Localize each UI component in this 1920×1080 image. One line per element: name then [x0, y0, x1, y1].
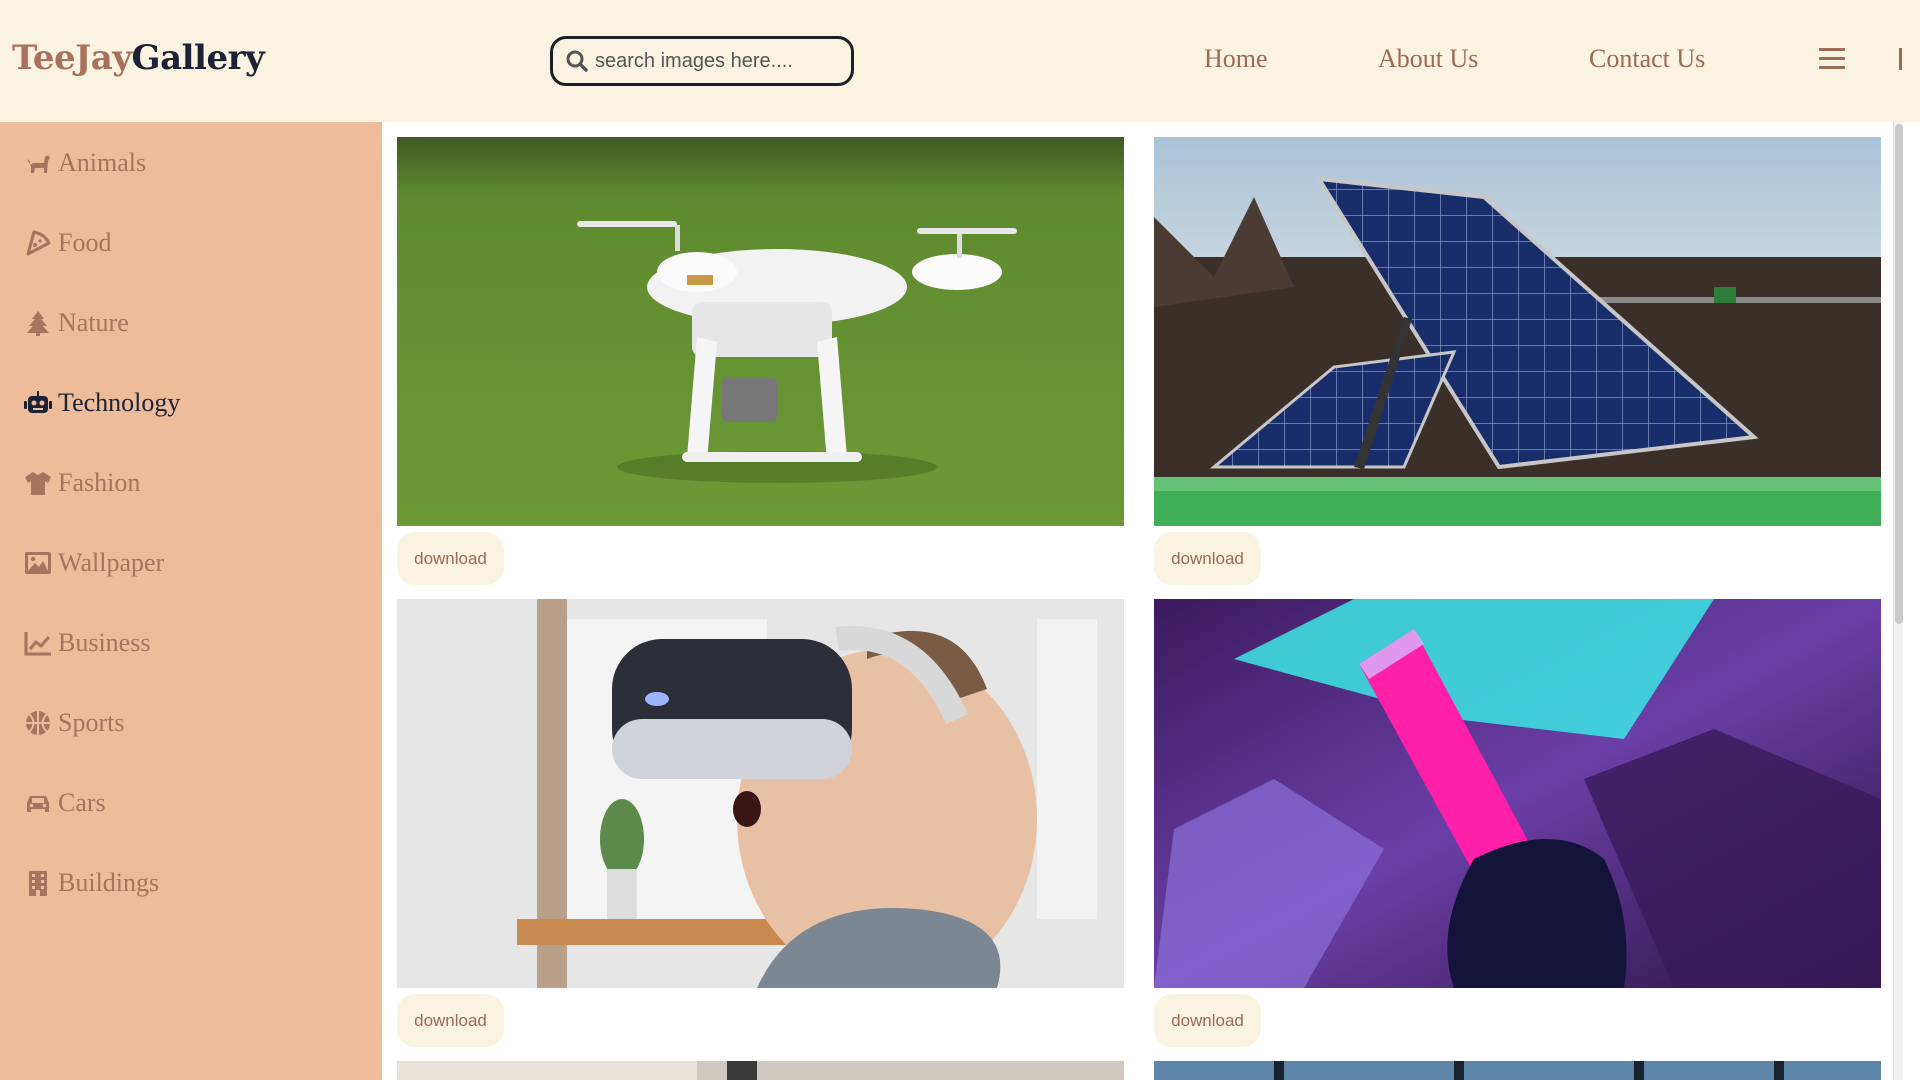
sidebar-item-label: Cars: [58, 788, 106, 817]
download-button[interactable]: download: [1154, 532, 1261, 585]
building-icon: [29, 871, 47, 896]
gallery-image-partial[interactable]: [397, 1061, 1124, 1080]
chart-line-icon: [24, 632, 51, 656]
sidebar-item-sports[interactable]: Sports: [24, 703, 124, 743]
logo-part-gallery: Gallery: [131, 38, 265, 78]
sidebar-item-nature[interactable]: Nature: [24, 303, 129, 343]
sidebar-item-label: Animals: [58, 148, 147, 177]
nav-about-link[interactable]: About Us: [1378, 44, 1478, 74]
search-box[interactable]: [550, 36, 854, 86]
nav-home-link[interactable]: Home: [1204, 44, 1268, 74]
car-icon: [27, 796, 49, 812]
hamburger-menu-icon[interactable]: [1819, 48, 1845, 70]
sidebar-item-label: Nature: [58, 308, 129, 337]
sidebar-item-label: Technology: [58, 388, 181, 417]
download-button[interactable]: download: [397, 532, 504, 585]
image-icon: [25, 552, 51, 574]
logo-part-teejay: TeeJay: [12, 38, 132, 78]
sidebar-item-buildings[interactable]: Buildings: [24, 863, 159, 903]
search-input[interactable]: [595, 49, 835, 73]
sidebar-item-food[interactable]: Food: [24, 223, 111, 263]
sidebar-item-wallpaper[interactable]: Wallpaper: [24, 543, 164, 583]
sidebar-item-label: Food: [58, 228, 112, 257]
sidebar-item-cars[interactable]: Cars: [24, 783, 106, 823]
sidebar-item-label: Fashion: [58, 468, 141, 497]
dog-icon: [27, 155, 50, 173]
sidebar-item-animals[interactable]: Animals: [24, 143, 146, 183]
gallery-image-solar-panels[interactable]: [1154, 137, 1881, 526]
site-logo[interactable]: TeeJayGallery: [12, 38, 265, 78]
top-header: TeeJayGallery Home About Us Contact Us: [0, 0, 1920, 122]
clipped-nav-edge: [1899, 48, 1902, 70]
search-icon: [566, 50, 588, 72]
gallery-image-vr-headset[interactable]: [397, 599, 1124, 988]
gallery-image-drone[interactable]: [397, 137, 1124, 526]
shirt-icon: [25, 472, 51, 495]
basketball-icon: [26, 711, 50, 735]
sidebar-item-label: Sports: [58, 708, 125, 737]
sidebar-item-business[interactable]: Business: [24, 623, 150, 663]
nav-contact-link[interactable]: Contact Us: [1589, 44, 1705, 74]
sidebar-item-fashion[interactable]: Fashion: [24, 463, 140, 503]
download-button[interactable]: download: [397, 994, 504, 1047]
pizza-slice-icon: [26, 230, 51, 256]
tree-icon: [27, 311, 49, 336]
gallery-image-partial[interactable]: [1154, 1061, 1881, 1080]
sidebar-item-technology[interactable]: Technology: [24, 383, 180, 423]
scrollbar-thumb[interactable]: [1895, 124, 1903, 624]
sidebar-item-label: Buildings: [58, 868, 160, 897]
sidebar-item-label: Business: [58, 628, 151, 657]
category-sidebar: Animals Food Nature Technology Fashion W…: [0, 122, 382, 1080]
sidebar-item-label: Wallpaper: [58, 548, 165, 577]
download-button[interactable]: download: [1154, 994, 1261, 1047]
robot-icon: [24, 391, 52, 413]
gallery-image-neon-tube[interactable]: [1154, 599, 1881, 988]
